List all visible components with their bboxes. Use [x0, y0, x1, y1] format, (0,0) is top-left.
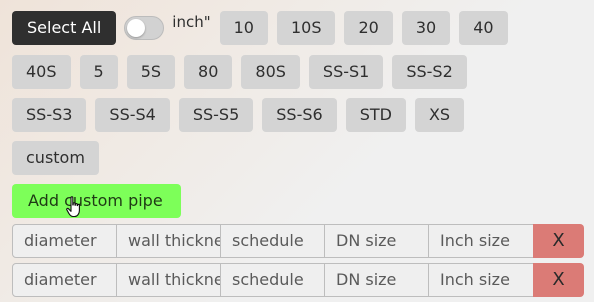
toolbar-row: Select All inch" 10 10S 20 30 40 [12, 11, 508, 45]
wall-thickness-field[interactable]: wall thickness [116, 263, 221, 297]
schedule-row-2: 40S 5 5S 80 80S SS-S1 SS-S2 [12, 55, 467, 89]
wall-thickness-field[interactable]: wall thickness [116, 224, 221, 258]
remove-pipe-button[interactable]: X [533, 224, 584, 258]
schedule-chip-10s[interactable]: 10S [276, 11, 336, 45]
schedule-row-4: custom [12, 141, 99, 175]
schedule-field[interactable]: schedule [220, 263, 325, 297]
schedule-chip-5s[interactable]: 5S [126, 55, 176, 89]
schedule-chip-ss-s4[interactable]: SS-S4 [95, 98, 170, 132]
schedule-chip-std[interactable]: STD [345, 98, 406, 132]
schedule-chip-20[interactable]: 20 [344, 11, 393, 45]
diameter-field[interactable]: diameter [12, 263, 117, 297]
dn-size-field[interactable]: DN size [324, 224, 429, 258]
schedule-chip-ss-s3[interactable]: SS-S3 [12, 98, 87, 132]
schedule-field[interactable]: schedule [220, 224, 325, 258]
schedule-chip-10[interactable]: 10 [219, 11, 268, 45]
toggle-knob [127, 19, 146, 37]
inch-size-field[interactable]: Inch size [428, 263, 534, 297]
hand-pointer-icon [66, 196, 80, 218]
schedule-chip-40[interactable]: 40 [459, 11, 508, 45]
remove-pipe-button[interactable]: X [533, 263, 584, 297]
diameter-field[interactable]: diameter [12, 224, 117, 258]
schedule-chip-ss-s6[interactable]: SS-S6 [262, 98, 337, 132]
schedule-row-3: SS-S3 SS-S4 SS-S5 SS-S6 STD XS [12, 98, 465, 132]
unit-toggle[interactable] [124, 16, 165, 40]
schedule-chip-ss-s2[interactable]: SS-S2 [392, 55, 467, 89]
schedule-chip-5[interactable]: 5 [79, 55, 118, 89]
schedule-chip-80s[interactable]: 80S [241, 55, 300, 89]
add-custom-pipe-button[interactable]: Add custom pipe [12, 184, 181, 218]
dn-size-field[interactable]: DN size [324, 263, 429, 297]
schedule-chip-30[interactable]: 30 [401, 11, 451, 45]
schedule-chip-80[interactable]: 80 [184, 55, 233, 89]
schedule-chip-ss-s5[interactable]: SS-S5 [178, 98, 254, 132]
unit-label: inch" [172, 13, 211, 31]
schedule-chip-custom[interactable]: custom [12, 141, 99, 175]
schedule-chip-40s[interactable]: 40S [12, 55, 71, 89]
schedule-chip-ss-s1[interactable]: SS-S1 [308, 55, 384, 89]
pipe-row: diameter wall thickness schedule DN size… [12, 224, 584, 258]
schedule-chip-xs[interactable]: XS [414, 98, 465, 132]
inch-size-field[interactable]: Inch size [428, 224, 534, 258]
select-all-button[interactable]: Select All [12, 11, 117, 45]
pipe-row: diameter wall thickness schedule DN size… [12, 263, 584, 297]
